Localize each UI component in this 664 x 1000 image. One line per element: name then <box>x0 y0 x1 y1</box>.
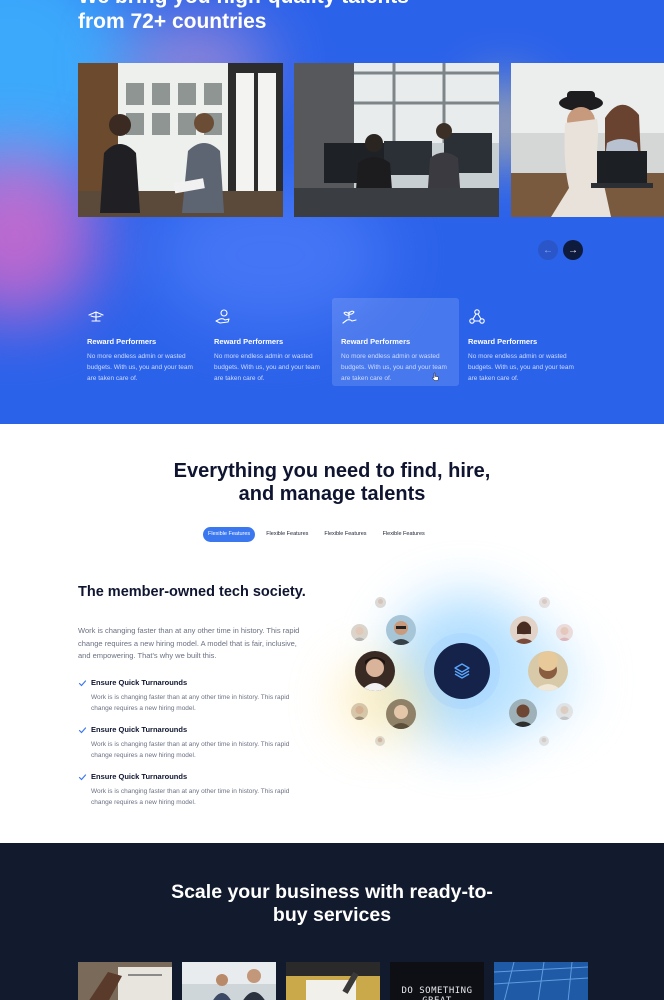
avatar <box>386 615 416 645</box>
avatar <box>510 616 538 644</box>
check-item: Ensure Quick Turnarounds Work is is chan… <box>78 772 308 808</box>
feature-title: Reward Performers <box>214 337 284 346</box>
feature-card-active[interactable]: Reward Performers No more endless admin … <box>332 298 459 386</box>
section-title: Everything you need to find, hire, and m… <box>0 460 664 506</box>
avatar-tiny <box>375 736 385 746</box>
avatar-small <box>351 624 368 641</box>
carousel-photo-meeting <box>78 63 283 217</box>
check-title: Ensure Quick Turnarounds <box>91 772 188 781</box>
arrow-left-icon: ← <box>543 244 553 256</box>
avatar <box>509 699 537 727</box>
check-item: Ensure Quick Turnarounds Work is is chan… <box>78 678 308 714</box>
hero-title-line2: from 72+ countries <box>78 10 267 33</box>
check-item: Ensure Quick Turnarounds Work is is chan… <box>78 725 308 761</box>
avatar-tiny <box>539 597 550 608</box>
thumbnail-neon-text: DO SOMETHING GREAT <box>401 986 473 1000</box>
services-section: Scale your business with ready-to- buy s… <box>0 843 664 1000</box>
feature-text: No more endless admin or wasted budgets.… <box>87 353 193 382</box>
avatar-tiny <box>375 597 386 608</box>
check-text: Work is is changing faster than at any o… <box>91 694 290 712</box>
network-hub <box>434 643 490 699</box>
check-icon <box>78 773 87 780</box>
tab-flexible-features-3[interactable]: Flexible Features <box>319 527 371 542</box>
avatar-small <box>351 703 368 720</box>
service-thumbnail[interactable] <box>182 962 276 1000</box>
check-text: Work is is changing faster than at any o… <box>91 788 290 806</box>
member-title: The member-owned tech society. <box>78 584 306 600</box>
section-title-line1: Everything you need to find, hire, <box>173 460 491 482</box>
feature-title: Reward Performers <box>87 337 157 346</box>
avatar-small <box>556 624 573 641</box>
check-title: Ensure Quick Turnarounds <box>91 678 188 687</box>
check-icon <box>78 679 87 686</box>
arrow-right-icon: → <box>568 244 578 256</box>
carousel-photo-office <box>294 63 499 217</box>
avatar <box>386 699 416 729</box>
hero-section: We bring you high-quality talents from 7… <box>0 0 664 424</box>
service-thumbnail[interactable] <box>286 962 380 1000</box>
member-network-illustration <box>320 575 610 785</box>
carousel-photo-laptop <box>511 63 664 217</box>
feature-card[interactable]: Reward Performers No more endless admin … <box>205 298 332 386</box>
service-thumbnail[interactable] <box>494 962 588 1000</box>
feature-title: Reward Performers <box>468 337 538 346</box>
member-description: Work is changing faster than at any othe… <box>78 626 300 660</box>
check-title: Ensure Quick Turnarounds <box>91 725 188 734</box>
services-title-line2: buy services <box>272 904 392 926</box>
tab-flexible-features-4[interactable]: Flexible Features <box>378 527 430 542</box>
carousel-next-button[interactable]: → <box>563 240 583 260</box>
plant-hand-icon <box>341 308 359 326</box>
feature-text: No more endless admin or wasted budgets.… <box>214 353 320 382</box>
network-nodes-icon <box>468 308 486 326</box>
services-title-line1: Scale your business with ready-to- <box>171 881 493 903</box>
hero-title: We bring you high-quality talents from 7… <box>78 0 478 34</box>
section-title-line2: and manage talents <box>238 483 426 505</box>
coin-hand-icon <box>214 308 232 326</box>
layers-stack-icon <box>454 663 470 679</box>
hand-holding-icon <box>87 308 105 326</box>
hand-cursor-icon <box>432 372 439 381</box>
avatar <box>355 651 395 691</box>
service-thumbnail[interactable]: DO SOMETHING GREAT <box>390 962 484 1000</box>
tab-flexible-features-2[interactable]: Flexible Features <box>261 527 313 542</box>
feature-card[interactable]: Reward Performers No more endless admin … <box>78 298 205 386</box>
check-text: Work is is changing faster than at any o… <box>91 741 290 759</box>
feature-title: Reward Performers <box>341 337 411 346</box>
avatar-small <box>556 703 573 720</box>
avatar-tiny <box>539 736 549 746</box>
service-thumbnail[interactable] <box>78 962 172 1000</box>
avatar <box>528 651 568 691</box>
carousel-prev-button[interactable]: ← <box>538 240 558 260</box>
check-icon <box>78 726 87 733</box>
feature-tabs: Flexible Features Flexible Features Flex… <box>203 527 430 542</box>
feature-text: No more endless admin or wasted budgets.… <box>468 353 574 382</box>
services-title: Scale your business with ready-to- buy s… <box>0 881 664 927</box>
tab-flexible-features-1[interactable]: Flexible Features <box>203 527 256 542</box>
feature-card[interactable]: Reward Performers No more endless admin … <box>459 298 586 386</box>
hero-title-line1: We bring you high-quality talents <box>78 0 478 9</box>
